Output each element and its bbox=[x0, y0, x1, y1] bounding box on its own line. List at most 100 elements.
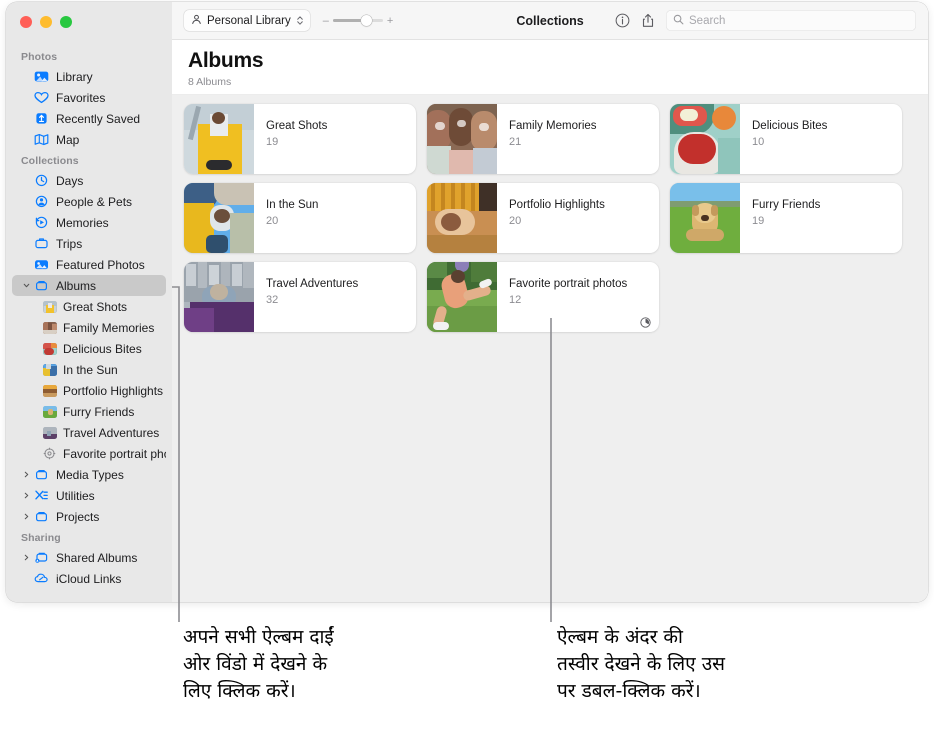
sidebar-item-label: Furry Friends bbox=[63, 405, 134, 419]
sidebar-item-label: People & Pets bbox=[56, 195, 132, 209]
sidebar-item-media-types[interactable]: Media Types bbox=[12, 464, 166, 485]
sidebar-scroll: Photos Library Favorites bbox=[6, 2, 172, 589]
icloud-link-icon bbox=[33, 572, 50, 586]
sidebar-item-portfolio-highlights[interactable]: Portfolio Highlights bbox=[12, 380, 166, 401]
sidebar-item-label: Trips bbox=[56, 237, 82, 251]
shared-albums-icon bbox=[33, 551, 50, 565]
sidebar-item-favorites[interactable]: Favorites bbox=[12, 87, 166, 108]
album-card-family-memories[interactable]: Family Memories 21 bbox=[427, 104, 659, 174]
zoom-slider-knob[interactable] bbox=[361, 15, 372, 26]
chevron-right-icon[interactable] bbox=[21, 471, 32, 478]
album-name: Family Memories bbox=[509, 120, 659, 132]
album-card-in-the-sun[interactable]: In the Sun 20 bbox=[184, 183, 416, 253]
album-card-body: Great Shots 19 bbox=[254, 104, 416, 174]
sidebar-item-furry-friends[interactable]: Furry Friends bbox=[12, 401, 166, 422]
zoom-in-label[interactable]: + bbox=[387, 15, 393, 27]
sidebar-item-favorite-portrait-photos[interactable]: Favorite portrait photos bbox=[12, 443, 166, 464]
album-card-portfolio-highlights[interactable]: Portfolio Highlights 20 bbox=[427, 183, 659, 253]
sidebar-item-memories[interactable]: Memories bbox=[12, 212, 166, 233]
search-input[interactable]: Search bbox=[689, 15, 725, 27]
sidebar-item-label: iCloud Links bbox=[56, 572, 121, 586]
sidebar-item-shared-albums[interactable]: Shared Albums bbox=[12, 547, 166, 568]
search-field[interactable]: Search bbox=[666, 10, 916, 31]
sidebar-item-albums[interactable]: Albums bbox=[12, 275, 166, 296]
sidebar-item-trips[interactable]: Trips bbox=[12, 233, 166, 254]
sidebar-item-icloud-links[interactable]: iCloud Links bbox=[12, 568, 166, 589]
sidebar-item-family-memories[interactable]: Family Memories bbox=[12, 317, 166, 338]
furry-friends-thumb bbox=[670, 183, 740, 253]
sidebar-item-label: Travel Adventures bbox=[63, 426, 159, 440]
albums-grid-area: Great Shots 19 bbox=[172, 95, 928, 602]
map-icon bbox=[33, 133, 50, 147]
sidebar-item-delicious-bites[interactable]: Delicious Bites bbox=[12, 338, 166, 359]
sidebar-item-recently-saved[interactable]: Recently Saved bbox=[12, 108, 166, 129]
recently-saved-icon bbox=[33, 112, 50, 126]
trips-icon bbox=[33, 237, 50, 251]
album-count: 12 bbox=[509, 294, 659, 306]
album-thumb-portfolio-highlights bbox=[41, 384, 58, 398]
heart-icon bbox=[33, 91, 50, 105]
library-label: Personal Library bbox=[207, 15, 291, 27]
memories-play-icon bbox=[33, 216, 50, 230]
chevron-right-icon[interactable] bbox=[21, 513, 32, 520]
sidebar-item-label: Shared Albums bbox=[56, 551, 137, 565]
library-selector[interactable]: Personal Library bbox=[184, 10, 310, 31]
chevron-right-icon[interactable] bbox=[21, 492, 32, 499]
albums-folder-icon bbox=[33, 468, 50, 482]
great-shots-thumb bbox=[184, 104, 254, 174]
sidebar-item-featured-photos[interactable]: Featured Photos bbox=[12, 254, 166, 275]
album-name: Great Shots bbox=[266, 120, 416, 132]
info-circle-icon[interactable] bbox=[615, 13, 630, 28]
content-pane: Personal Library – + Collections bbox=[172, 2, 928, 602]
favorite-portrait-photos-thumb bbox=[427, 262, 497, 332]
sidebar-item-in-the-sun[interactable]: In the Sun bbox=[12, 359, 166, 380]
album-card-travel-adventures[interactable]: Travel Adventures 32 bbox=[184, 262, 416, 332]
sidebar-item-travel-adventures[interactable]: Travel Adventures bbox=[12, 422, 166, 443]
close-button[interactable] bbox=[20, 16, 32, 28]
sidebar-item-people-and-pets[interactable]: People & Pets bbox=[12, 191, 166, 212]
chevron-right-icon[interactable] bbox=[21, 554, 32, 561]
album-count: 19 bbox=[752, 215, 902, 227]
album-count: 10 bbox=[752, 136, 902, 148]
sidebar-item-great-shots[interactable]: Great Shots bbox=[12, 296, 166, 317]
sidebar-item-days[interactable]: Days bbox=[12, 170, 166, 191]
sidebar-item-label: Memories bbox=[56, 216, 109, 230]
album-card-delicious-bites[interactable]: Delicious Bites 10 bbox=[670, 104, 902, 174]
album-card-great-shots[interactable]: Great Shots 19 bbox=[184, 104, 416, 174]
sidebar-section-sharing: Sharing bbox=[6, 527, 172, 547]
chevron-up-down-icon[interactable] bbox=[296, 15, 304, 26]
album-name: Delicious Bites bbox=[752, 120, 902, 132]
sidebar-item-map[interactable]: Map bbox=[12, 129, 166, 150]
minimize-button[interactable] bbox=[40, 16, 52, 28]
album-thumb-family-memories bbox=[41, 321, 58, 335]
sidebar-item-utilities[interactable]: Utilities bbox=[12, 485, 166, 506]
sidebar-section-photos: Photos bbox=[6, 46, 172, 66]
sidebar-item-library[interactable]: Library bbox=[12, 66, 166, 87]
sidebar: Photos Library Favorites bbox=[6, 2, 172, 602]
album-card-body: Furry Friends 19 bbox=[740, 183, 902, 253]
zoom-slider-track[interactable] bbox=[333, 19, 383, 22]
chevron-down-icon[interactable] bbox=[21, 282, 32, 289]
in-the-sun-thumb bbox=[184, 183, 254, 253]
album-card-furry-friends[interactable]: Furry Friends 19 bbox=[670, 183, 902, 253]
album-thumb-furry-friends bbox=[41, 405, 58, 419]
album-name: In the Sun bbox=[266, 199, 416, 211]
sidebar-item-label: Media Types bbox=[56, 468, 124, 482]
album-name: Portfolio Highlights bbox=[509, 199, 659, 211]
album-card-body: In the Sun 20 bbox=[254, 183, 416, 253]
sidebar-item-label: Family Memories bbox=[63, 321, 154, 335]
album-thumb-in-the-sun bbox=[41, 363, 58, 377]
album-card-favorite-portrait-photos[interactable]: Favorite portrait photos 12 bbox=[427, 262, 659, 332]
sidebar-item-label: Recently Saved bbox=[56, 112, 140, 126]
share-icon[interactable] bbox=[641, 13, 655, 28]
albums-folder-icon bbox=[33, 279, 50, 293]
zoom-button[interactable] bbox=[60, 16, 72, 28]
album-card-body: Favorite portrait photos 12 bbox=[497, 262, 659, 332]
smart-album-gear-icon bbox=[41, 447, 58, 461]
sidebar-item-label: Portfolio Highlights bbox=[63, 384, 163, 398]
zoom-out-label[interactable]: – bbox=[323, 15, 329, 27]
featured-photos-icon bbox=[33, 258, 50, 272]
album-count: 32 bbox=[266, 294, 416, 306]
sidebar-item-projects[interactable]: Projects bbox=[12, 506, 166, 527]
zoom-slider-control[interactable]: – + bbox=[323, 15, 394, 27]
